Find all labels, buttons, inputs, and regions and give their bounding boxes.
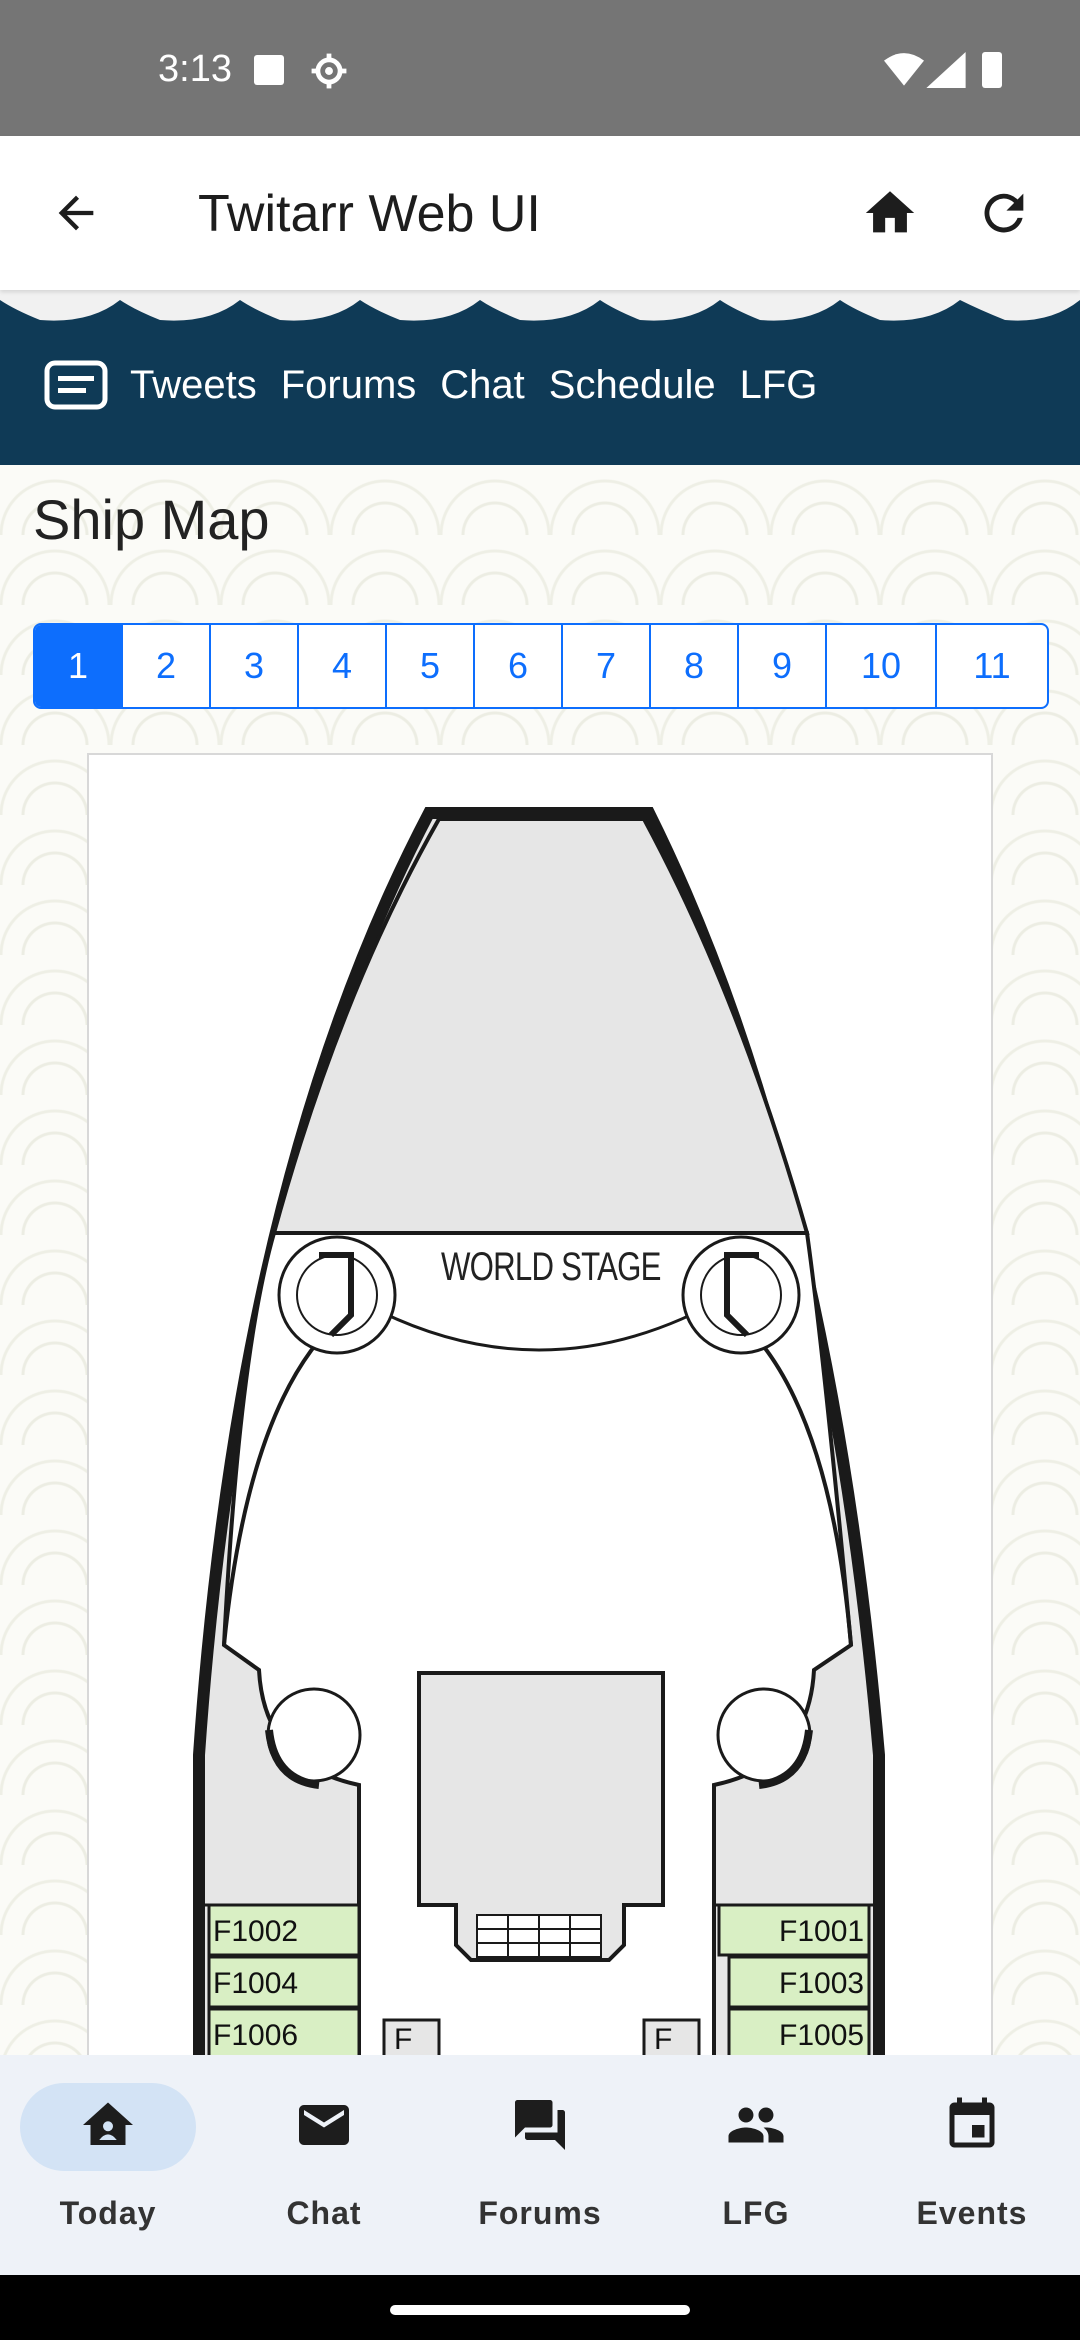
deck-page-2[interactable]: 2 [123,625,211,707]
deck-page-9[interactable]: 9 [739,625,827,707]
nav-forums[interactable]: Forums [281,363,417,408]
site-header: Tweets Forums Chat Schedule LFG [0,290,1080,465]
deck-page-3[interactable]: 3 [211,625,299,707]
mail-icon [216,2095,432,2159]
wave-decoration [0,290,1080,321]
cabin-label: F1004 [213,1967,299,2000]
calendar-icon [864,2095,1080,2159]
deck-page-11[interactable]: 11 [937,625,1047,707]
battery-icon [982,52,1002,88]
tab-label: Events [916,2195,1028,2231]
tab-lfg[interactable]: LFG [648,2083,864,2253]
wifi-icon [884,52,924,91]
room-label: F [394,2023,413,2055]
cabin-label: F1003 [779,1967,865,2000]
venue-label: WORLD STAGE [441,1245,661,1289]
settings-status-icon [310,52,348,95]
notification-icon [254,55,284,85]
bottom-navigation: Today Chat Forums LFG Events [0,2055,1080,2275]
home-icon [0,2095,216,2159]
status-time: 3:13 [158,48,232,90]
ship-map-frame[interactable]: WORLD STAGE F1002 F1004 F1006 F1001 F100… [87,753,993,2055]
people-icon [648,2095,864,2159]
nav-lfg[interactable]: LFG [740,363,818,408]
deck-map-image [193,807,885,2055]
page-content: Ship Map 1 2 3 4 5 6 7 8 9 10 11 WORLD S… [0,465,1080,2055]
page-title: Ship Map [33,488,270,551]
deck-page-6[interactable]: 6 [475,625,563,707]
nav-tweets[interactable]: Tweets [130,363,257,408]
main-nav: Tweets Forums Chat Schedule LFG [44,360,841,410]
tab-label: Forums [478,2195,602,2231]
room-label: F [654,2023,673,2055]
deck-page-5[interactable]: 5 [387,625,475,707]
cabin-label: F1006 [213,2019,299,2052]
tab-events[interactable]: Events [864,2083,1080,2253]
app-bar: Twitarr Web UI [0,136,1080,290]
cabin-label: F1002 [213,1915,299,1948]
deck-page-8[interactable]: 8 [651,625,739,707]
cabin-label: F1001 [779,1915,865,1948]
signal-icon [926,52,966,93]
tab-label: Today [59,2195,157,2231]
tab-chat[interactable]: Chat [216,2083,432,2253]
home-icon[interactable] [858,181,922,245]
deck-page-1[interactable]: 1 [35,625,123,707]
nav-schedule[interactable]: Schedule [549,363,716,408]
status-bar: 3:13 [0,0,1080,136]
tab-label: Chat [286,2195,362,2231]
tab-forums[interactable]: Forums [432,2083,648,2253]
refresh-icon[interactable] [972,181,1036,245]
tab-today[interactable]: Today [0,2083,216,2253]
deck-page-7[interactable]: 7 [563,625,651,707]
deck-pager: 1 2 3 4 5 6 7 8 9 10 11 [33,623,1049,709]
tweets-logo-icon[interactable] [44,360,108,410]
deck-page-10[interactable]: 10 [827,625,937,707]
cabin-label: F1005 [779,2019,865,2052]
home-gesture-handle[interactable] [390,2305,690,2315]
back-arrow-icon[interactable] [44,181,108,245]
forum-icon [432,2095,648,2159]
tab-label: LFG [722,2195,790,2231]
nav-chat[interactable]: Chat [440,363,525,408]
deck-page-4[interactable]: 4 [299,625,387,707]
app-title: Twitarr Web UI [198,185,541,243]
